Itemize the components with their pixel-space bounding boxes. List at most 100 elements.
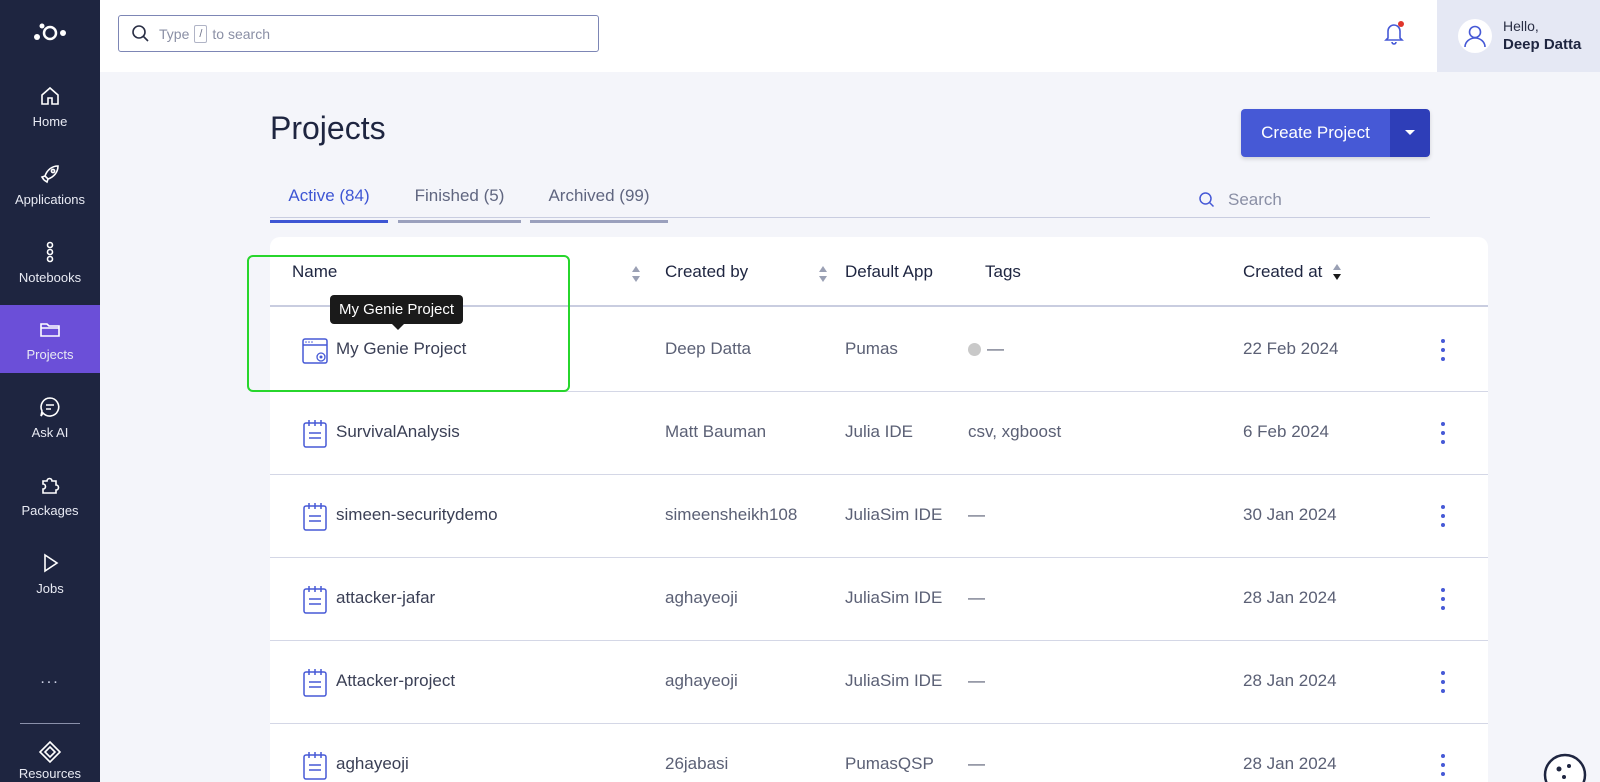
- tags: —: [968, 671, 985, 690]
- default-app: Julia IDE: [845, 422, 914, 441]
- header-label: Created at: [1243, 262, 1323, 281]
- default-app: JuliaSim IDE: [845, 671, 943, 690]
- column-header-created-at[interactable]: Created at: [1243, 262, 1342, 282]
- tab-label: Active (84): [288, 186, 370, 205]
- search-icon: [1199, 192, 1215, 208]
- table-row[interactable]: Attacker-project aghayeoji JuliaSim IDE …: [270, 641, 1488, 724]
- project-name[interactable]: Attacker-project: [336, 671, 455, 691]
- create-project-dropdown[interactable]: [1390, 109, 1430, 157]
- sidebar-item-label: Projects: [26, 346, 74, 362]
- created-at: 22 Feb 2024: [1243, 339, 1339, 358]
- column-header-created-by[interactable]: Created by: [665, 262, 748, 282]
- sort-icon[interactable]: [631, 265, 641, 283]
- top-bar: Type / to search Hello, Deep Datta: [100, 0, 1600, 72]
- search-suffix: to search: [212, 25, 271, 42]
- project-name[interactable]: simeen-securitydemo: [336, 505, 498, 525]
- more-menu-button[interactable]: ...: [0, 670, 100, 688]
- row-actions-icon[interactable]: [1438, 420, 1448, 446]
- notepad-icon: [303, 420, 327, 448]
- global-search-input[interactable]: Type / to search: [118, 15, 599, 52]
- row-actions-icon[interactable]: [1438, 586, 1448, 612]
- user-name: Deep Datta: [1503, 36, 1582, 53]
- chevron-down-icon: [1405, 130, 1415, 135]
- project-name[interactable]: My Genie Project: [336, 339, 466, 359]
- notepad-icon: [303, 752, 327, 780]
- row-actions-icon[interactable]: [1438, 669, 1448, 695]
- row-actions-icon[interactable]: [1438, 752, 1448, 778]
- tags: csv, xgboost: [968, 422, 1062, 441]
- project-search: [1198, 186, 1430, 214]
- sidebar-item-projects[interactable]: Projects: [0, 305, 100, 373]
- cookie-settings-icon[interactable]: [1540, 750, 1590, 782]
- tabs-divider: [270, 217, 1430, 218]
- created-by: 26jabasi: [665, 754, 729, 773]
- notification-bell-icon[interactable]: [1382, 20, 1406, 46]
- row-actions-icon[interactable]: [1438, 503, 1448, 529]
- sidebar-item-applications[interactable]: Applications: [0, 150, 100, 218]
- tab-underline: [530, 220, 668, 223]
- create-project-button-group: Create Project: [1241, 109, 1430, 157]
- row-actions-icon[interactable]: [1438, 337, 1448, 363]
- notepad-icon: [303, 586, 327, 614]
- sort-desc-icon: [1333, 264, 1342, 280]
- project-name[interactable]: aghayeoji: [336, 754, 409, 774]
- search-prefix: Type: [159, 25, 190, 42]
- column-header-name[interactable]: Name: [292, 262, 337, 282]
- tab-label: Archived (99): [548, 186, 650, 205]
- default-app: PumasQSP: [845, 754, 934, 773]
- project-name-tooltip: My Genie Project: [330, 295, 464, 330]
- search-icon: [132, 24, 149, 42]
- column-header-default-app: Default App: [845, 262, 933, 282]
- notepad-icon: [303, 503, 327, 531]
- create-project-button[interactable]: Create Project: [1241, 109, 1390, 157]
- sidebar-item-ask-ai[interactable]: Ask AI: [0, 383, 100, 451]
- created-at: 30 Jan 2024: [1243, 505, 1337, 524]
- sidebar-item-label: Notebooks: [18, 269, 82, 285]
- sidebar-item-packages[interactable]: Packages: [0, 461, 100, 529]
- project-name[interactable]: SurvivalAnalysis: [336, 422, 460, 442]
- sidebar-item-label: Jobs: [36, 580, 64, 596]
- tab-active[interactable]: Active (84): [270, 186, 388, 223]
- sidebar-item-resources[interactable]: Resources: [0, 740, 100, 782]
- sidebar-item-label: Home: [32, 113, 68, 129]
- tab-archived[interactable]: Archived (99): [530, 186, 668, 223]
- tags: —: [968, 339, 1004, 359]
- tab-label: Finished (5): [414, 186, 505, 205]
- search-placeholder: Type / to search: [159, 24, 271, 43]
- tab-finished[interactable]: Finished (5): [398, 186, 521, 223]
- project-name[interactable]: attacker-jafar: [336, 588, 435, 608]
- puzzle-icon: [42, 477, 60, 494]
- default-app: JuliaSim IDE: [845, 505, 943, 524]
- sidebar-item-label: Resources: [18, 766, 82, 781]
- sidebar-item-notebooks[interactable]: Notebooks: [0, 228, 100, 296]
- table-row[interactable]: aghayeoji 26jabasi PumasQSP — 28 Jan 202…: [270, 724, 1488, 782]
- juliahub-logo[interactable]: [30, 20, 70, 46]
- tab-underline: [398, 220, 521, 223]
- created-by: Matt Bauman: [665, 422, 767, 441]
- sidebar-divider: [20, 723, 80, 724]
- user-menu[interactable]: Hello, Deep Datta: [1437, 0, 1600, 72]
- created-at: 6 Feb 2024: [1243, 422, 1330, 441]
- sidebar-item-home[interactable]: Home: [0, 72, 100, 140]
- header-label: Name: [292, 262, 338, 281]
- sort-icon[interactable]: [818, 265, 828, 283]
- greeting: Hello,: [1503, 18, 1539, 34]
- column-header-tags: Tags: [985, 262, 1021, 282]
- created-at: 28 Jan 2024: [1243, 754, 1337, 773]
- default-app: JuliaSim IDE: [845, 588, 943, 607]
- default-app: Pumas: [845, 339, 898, 358]
- table-row[interactable]: simeen-securitydemo simeensheikh108 Juli…: [270, 475, 1488, 558]
- table-row[interactable]: attacker-jafar aghayeoji JuliaSim IDE — …: [270, 558, 1488, 641]
- rocket-icon: [40, 164, 59, 183]
- created-at: 28 Jan 2024: [1243, 588, 1337, 607]
- created-by: aghayeoji: [665, 671, 738, 690]
- page-title: Projects: [270, 110, 386, 146]
- project-search-input[interactable]: [1228, 190, 1418, 210]
- tag-status-dot: [968, 343, 981, 357]
- genie-project-icon: [302, 338, 328, 364]
- created-by: aghayeoji: [665, 588, 738, 607]
- table-row[interactable]: SurvivalAnalysis Matt Bauman Julia IDE c…: [270, 392, 1488, 475]
- sidebar: Home Applications Notebooks Projects Ask…: [0, 0, 100, 782]
- header-label: Tags: [985, 262, 1021, 281]
- sidebar-item-jobs[interactable]: Jobs: [0, 539, 100, 607]
